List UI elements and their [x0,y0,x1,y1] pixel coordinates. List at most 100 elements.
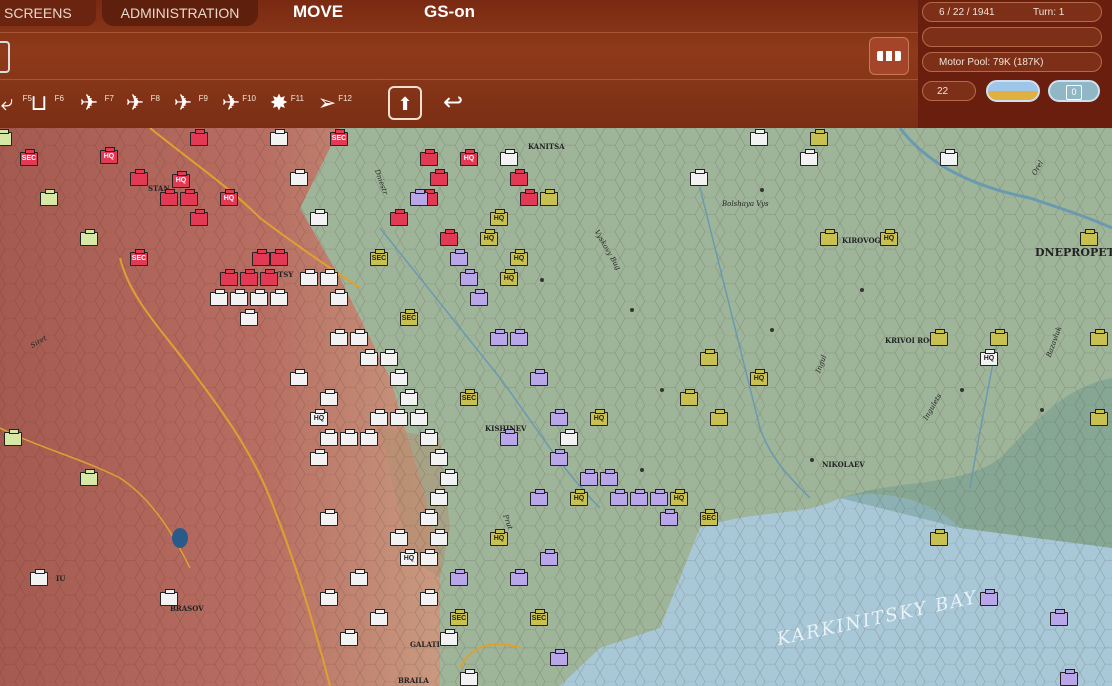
f9-command-button[interactable]: ✈ F9 [166,86,208,120]
unit-soviet-infantry[interactable] [560,429,578,446]
unit-soviet-infantry[interactable] [420,589,438,606]
unit-axis-infantry[interactable] [420,149,438,166]
unit-axis-infantry[interactable] [220,269,238,286]
unit-axis-hq[interactable]: HQ [460,149,478,166]
f11-command-button[interactable]: ✸ F11 [262,86,304,120]
unit-axis-armor[interactable] [252,249,270,266]
unit-soviet-infantry[interactable] [990,329,1008,346]
unit-soviet-infantry[interactable] [270,289,288,306]
unit-axis-armor[interactable] [180,189,198,206]
unit-soviet-infantry[interactable] [440,469,458,486]
unit-soviet-infantry[interactable] [420,549,438,566]
unit-soviet-infantry[interactable] [350,569,368,586]
unit-allied-infantry[interactable] [80,229,98,246]
tab-administration[interactable]: ADMINISTRATION [102,0,258,26]
gs-toggle-label[interactable]: GS-on [424,2,475,22]
unit-soviet-tank[interactable] [1060,669,1078,686]
unit-allied-infantry[interactable] [80,469,98,486]
unit-soviet-tank[interactable] [600,469,618,486]
unit-soviet-sec[interactable]: SEC [400,309,418,326]
unit-soviet-infantry[interactable] [320,429,338,446]
unit-soviet-sec[interactable]: SEC [700,509,718,526]
unit-soviet-tank[interactable] [550,649,568,666]
unit-soviet-infantry[interactable] [290,369,308,386]
unit-soviet-infantry[interactable] [410,409,428,426]
unit-soviet-infantry[interactable] [340,629,358,646]
unit-soviet-hq[interactable]: HQ [670,489,688,506]
unit-soviet-tank[interactable] [550,449,568,466]
unit-soviet-tank[interactable] [610,489,628,506]
unit-soviet-tank[interactable] [1050,609,1068,626]
unit-axis-armor[interactable] [510,169,528,186]
unit-soviet-tank[interactable] [470,289,488,306]
unit-axis-infantry[interactable] [390,209,408,226]
unit-soviet-tank[interactable] [650,489,668,506]
unit-soviet-infantry[interactable] [310,449,328,466]
unit-soviet-infantry[interactable] [690,169,708,186]
unit-soviet-hq[interactable]: HQ [490,529,508,546]
unit-soviet-infantry[interactable] [810,129,828,146]
unit-soviet-hq[interactable]: HQ [480,229,498,246]
unit-soviet-infantry[interactable] [930,329,948,346]
unit-soviet-hq[interactable]: HQ [510,249,528,266]
unit-soviet-infantry[interactable] [820,229,838,246]
unit-soviet-infantry[interactable] [710,409,728,426]
weather-button[interactable] [986,80,1040,102]
unit-soviet-infantry[interactable] [680,389,698,406]
unit-soviet-infantry[interactable] [430,489,448,506]
unit-soviet-infantry[interactable] [340,429,358,446]
unit-soviet-hq[interactable]: HQ [490,209,508,226]
unit-soviet-infantry[interactable] [230,289,248,306]
unit-soviet-hq[interactable]: HQ [980,349,998,366]
unit-soviet-infantry[interactable] [390,529,408,546]
unit-soviet-tank[interactable] [490,329,508,346]
unit-soviet-infantry[interactable] [460,669,478,686]
unit-soviet-infantry[interactable] [430,529,448,546]
f7-command-button[interactable]: ✈ F7 [72,86,114,120]
unit-soviet-tank[interactable] [450,249,468,266]
unit-soviet-infantry[interactable] [350,329,368,346]
unit-axis-hq[interactable]: HQ [220,189,238,206]
unit-soviet-infantry[interactable] [540,189,558,206]
unit-soviet-infantry[interactable] [320,589,338,606]
counter-button[interactable]: 0 [1048,80,1100,102]
unit-soviet-infantry[interactable] [440,629,458,646]
unit-soviet-infantry[interactable] [400,389,418,406]
unit-soviet-hq[interactable]: HQ [400,549,418,566]
unit-soviet-infantry[interactable] [500,149,518,166]
unit-soviet-infantry[interactable] [750,129,768,146]
f5-command-button[interactable]: ⤶ F5 [0,86,32,120]
unit-soviet-tank[interactable] [510,569,528,586]
unit-soviet-infantry[interactable] [360,429,378,446]
unit-soviet-tank[interactable] [540,549,558,566]
unit-soviet-infantry[interactable] [360,349,378,366]
unit-soviet-hq[interactable]: HQ [590,409,608,426]
unit-axis-hq[interactable]: HQ [172,171,190,188]
unit-soviet-infantry[interactable] [380,349,398,366]
unit-soviet-infantry[interactable] [420,429,438,446]
unit-allied-infantry[interactable] [4,429,22,446]
unit-soviet-infantry[interactable] [30,569,48,586]
unit-soviet-infantry[interactable] [210,289,228,306]
undo-button[interactable]: ↩ [436,86,470,120]
unit-axis-infantry[interactable] [160,189,178,206]
unit-soviet-infantry[interactable] [390,369,408,386]
unit-soviet-tank[interactable] [450,569,468,586]
unit-soviet-infantry[interactable] [940,149,958,166]
unit-axis-infantry[interactable] [130,169,148,186]
f12-command-button[interactable]: ➢ F12 [310,86,352,120]
unit-soviet-tank[interactable] [510,329,528,346]
unit-soviet-tank[interactable] [410,189,428,206]
unit-soviet-infantry[interactable] [320,269,338,286]
units-stack-button[interactable] [869,37,909,75]
unit-soviet-infantry[interactable] [160,589,178,606]
unit-soviet-infantry[interactable] [250,289,268,306]
unit-soviet-infantry[interactable] [300,269,318,286]
unit-soviet-infantry[interactable] [430,449,448,466]
unit-soviet-infantry[interactable] [320,509,338,526]
unit-soviet-infantry[interactable] [370,609,388,626]
scroll-left-icon[interactable] [0,41,10,73]
unit-axis-sec[interactable]: SEC [130,249,148,266]
unit-soviet-infantry[interactable] [700,349,718,366]
unit-soviet-infantry[interactable] [270,129,288,146]
